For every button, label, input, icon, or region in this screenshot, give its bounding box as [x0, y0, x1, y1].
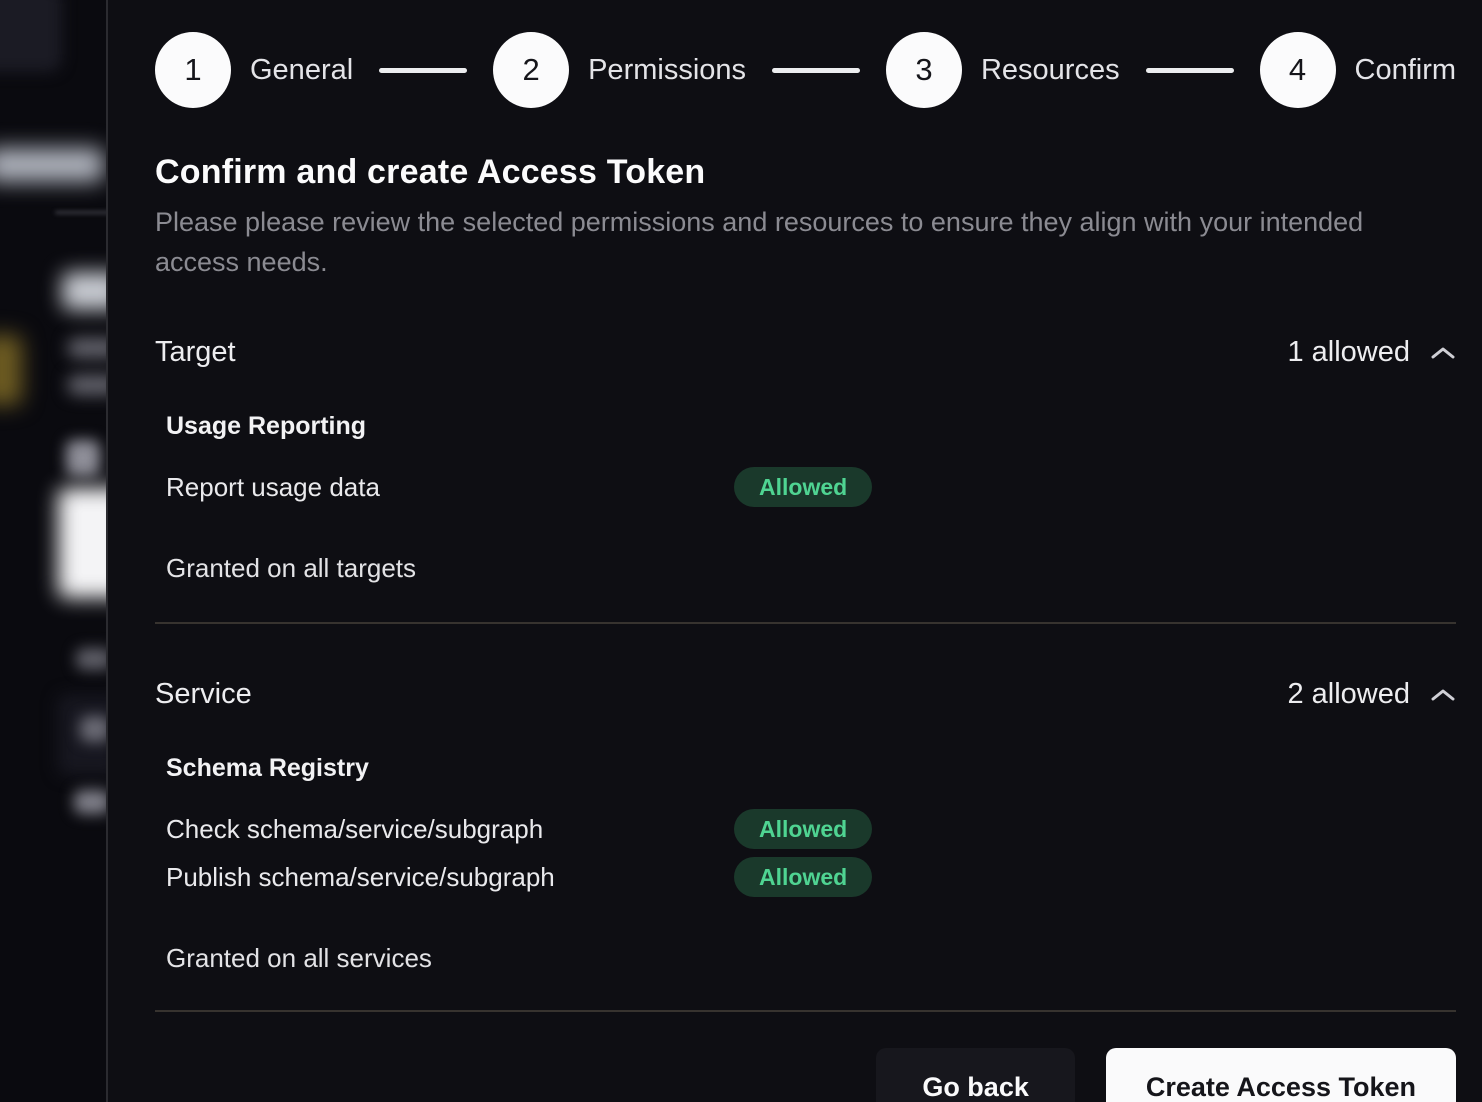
- section-service: Service 2 allowed Schema Registry Check …: [155, 678, 1456, 974]
- permission-label: Publish schema/service/subgraph: [166, 862, 734, 893]
- step-label: General: [250, 54, 353, 87]
- step-label: Permissions: [588, 54, 746, 87]
- step-label: Resources: [981, 54, 1120, 87]
- section-divider: [155, 622, 1456, 624]
- permission-group-name: Usage Reporting: [166, 412, 1456, 441]
- section-title: Target: [155, 336, 236, 369]
- step-general[interactable]: 1 General: [155, 32, 353, 108]
- step-number-circle: 4: [1260, 32, 1336, 108]
- status-badge: Allowed: [734, 857, 872, 897]
- blurred-heading: [62, 272, 106, 310]
- stepper-connector: [1146, 68, 1234, 73]
- permission-group: Usage Reporting Report usage data Allowe…: [166, 412, 1456, 507]
- allowed-count: 2 allowed: [1287, 678, 1410, 711]
- blurred-text: [68, 338, 106, 358]
- blurred-accent: [0, 335, 22, 405]
- footer-divider: [155, 1010, 1456, 1012]
- step-number-circle: 1: [155, 32, 231, 108]
- chevron-up-icon[interactable]: [1430, 345, 1456, 361]
- step-number-circle: 3: [886, 32, 962, 108]
- section-title: Service: [155, 678, 252, 711]
- step-permissions[interactable]: 2 Permissions: [493, 32, 746, 108]
- stepper-connector: [379, 68, 467, 73]
- blurred-divider: [55, 211, 106, 214]
- blurred-text: [80, 716, 106, 742]
- section-collapse-toggle[interactable]: 1 allowed: [1287, 336, 1456, 369]
- permission-label: Check schema/service/subgraph: [166, 814, 734, 845]
- permission-row: Check schema/service/subgraph Allowed: [166, 809, 1456, 849]
- blurred-text: [0, 148, 104, 182]
- blurred-text: [68, 375, 106, 395]
- status-badge: Allowed: [734, 467, 872, 507]
- permission-row: Publish schema/service/subgraph Allowed: [166, 857, 1456, 897]
- step-label: Confirm: [1355, 54, 1457, 87]
- wizard-stepper: 1 General 2 Permissions 3 Resources 4 Co…: [155, 32, 1456, 108]
- section-target: Target 1 allowed Usage Reporting Report …: [155, 336, 1456, 584]
- status-badge: Allowed: [734, 809, 872, 849]
- create-access-token-button[interactable]: Create Access Token: [1106, 1048, 1456, 1102]
- stepper-connector: [772, 68, 860, 73]
- footer-actions: Go back Create Access Token: [155, 1048, 1456, 1102]
- permission-label: Report usage data: [166, 472, 734, 503]
- permission-group: Schema Registry Check schema/service/sub…: [166, 754, 1456, 897]
- step-number-circle: 2: [493, 32, 569, 108]
- blurred-text: [76, 648, 106, 670]
- blurred-icon: [66, 440, 100, 476]
- page-subtitle: Please please review the selected permis…: [155, 202, 1395, 282]
- blurred-text: [74, 790, 106, 814]
- permission-group-name: Schema Registry: [166, 754, 1456, 783]
- blurred-card: [0, 0, 62, 72]
- section-header: Service 2 allowed: [155, 678, 1456, 711]
- step-resources[interactable]: 3 Resources: [886, 32, 1120, 108]
- permission-row: Report usage data Allowed: [166, 467, 1456, 507]
- step-confirm[interactable]: 4 Confirm: [1260, 32, 1457, 108]
- section-header: Target 1 allowed: [155, 336, 1456, 369]
- section-collapse-toggle[interactable]: 2 allowed: [1287, 678, 1456, 711]
- go-back-button[interactable]: Go back: [876, 1048, 1075, 1102]
- background-blurred-app: [0, 0, 106, 1102]
- page-title: Confirm and create Access Token: [155, 153, 1456, 192]
- chevron-up-icon[interactable]: [1430, 687, 1456, 703]
- blurred-card: [58, 488, 106, 598]
- allowed-count: 1 allowed: [1287, 336, 1410, 369]
- create-access-token-panel: 1 General 2 Permissions 3 Resources 4 Co…: [106, 0, 1482, 1102]
- granted-note: Granted on all targets: [166, 553, 1456, 584]
- granted-note: Granted on all services: [166, 943, 1456, 974]
